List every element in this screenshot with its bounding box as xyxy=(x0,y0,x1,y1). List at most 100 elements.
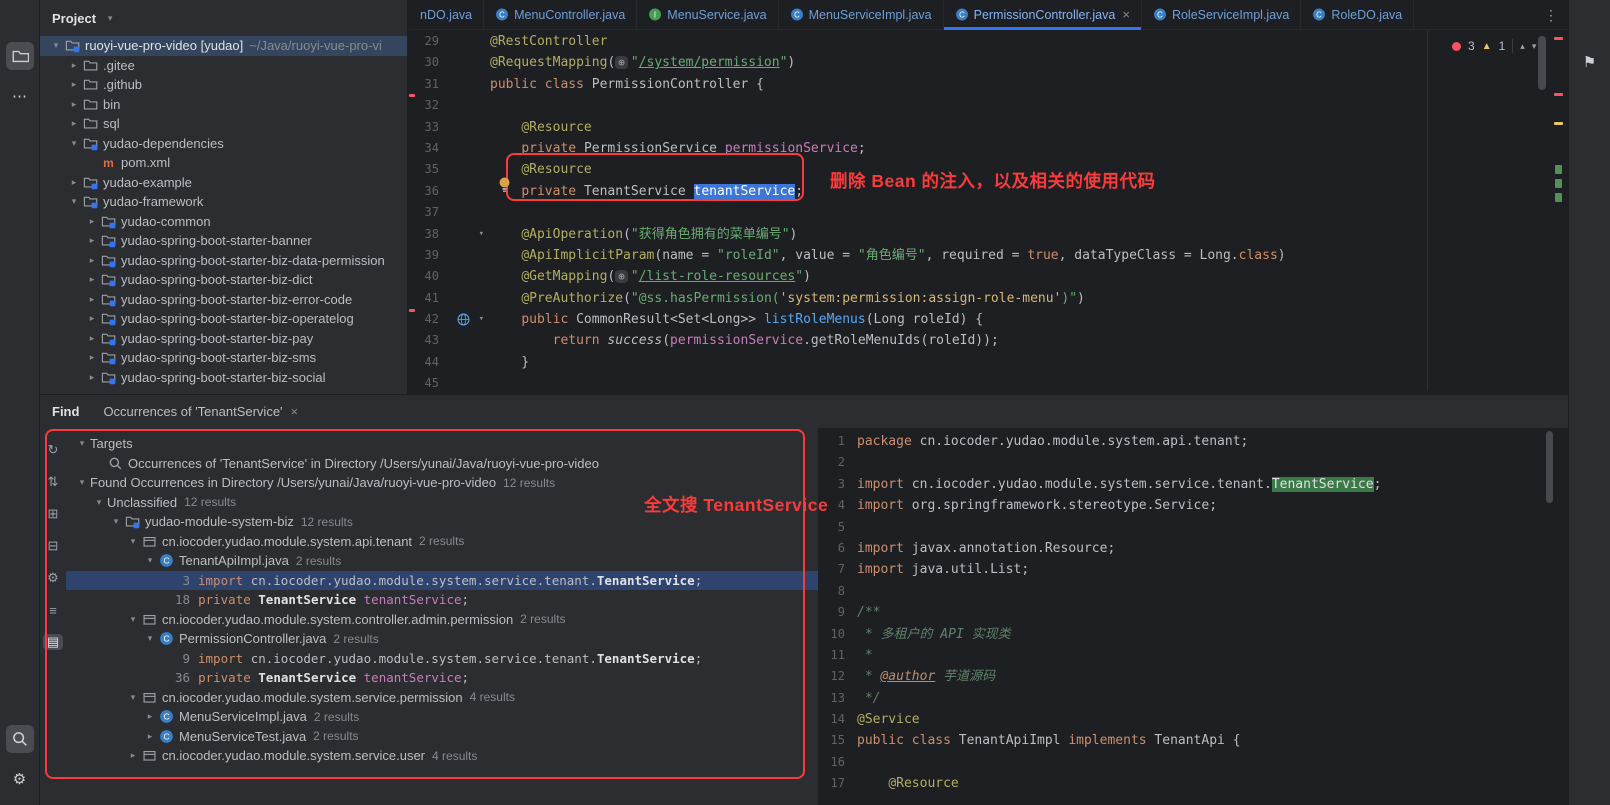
code-line[interactable]: 40 @GetMapping(⊕"/list-role-resources") xyxy=(409,266,1568,287)
chevron-down-icon[interactable]: ▾ xyxy=(142,633,158,644)
find-results-tab[interactable]: Occurrences of 'TenantService' × xyxy=(103,404,298,419)
code-line[interactable]: 13 */ xyxy=(819,688,1568,709)
expand-all-icon[interactable]: ⊞ xyxy=(43,506,63,522)
chevron-right-icon[interactable]: ▸ xyxy=(84,313,100,324)
project-tree-row[interactable]: ▸yudao-spring-boot-starter-biz-sms xyxy=(40,348,407,368)
preview-scrollbar[interactable] xyxy=(1546,431,1553,503)
code-line[interactable]: 9/** xyxy=(819,602,1568,623)
project-tree-row[interactable]: ▾yudao-dependencies xyxy=(40,134,407,154)
code-line[interactable]: 41 @PreAuthorize("@ss.hasPermission('sys… xyxy=(409,288,1568,309)
chevron-right-icon[interactable]: ▸ xyxy=(66,177,82,188)
code-line[interactable]: 43 return success(permissionService.getR… xyxy=(409,330,1568,351)
chevron-down-icon[interactable]: ▾ xyxy=(125,536,141,547)
chevron-down-icon[interactable]: ▾ xyxy=(74,438,90,449)
find-result-row[interactable]: ▾CTenantApiImpl.java2 results xyxy=(66,551,818,571)
chevron-right-icon[interactable]: ▸ xyxy=(84,372,100,383)
find-result-row[interactable]: ▾cn.iocoder.yudao.module.system.service.… xyxy=(66,688,818,708)
chevron-right-icon[interactable]: ▸ xyxy=(125,750,141,761)
chevron-down-icon[interactable]: ▾ xyxy=(108,516,124,527)
find-result-row[interactable]: ▸CMenuServiceImpl.java2 results xyxy=(66,707,818,727)
tool-stripe-find-icon[interactable] xyxy=(6,725,34,753)
chevron-down-icon[interactable]: ▾ xyxy=(66,138,82,149)
code-line[interactable]: 14@Service xyxy=(819,709,1568,730)
code-line[interactable]: 15public class TenantApiImpl implements … xyxy=(819,730,1568,751)
chevron-down-icon[interactable]: ▾ xyxy=(48,40,64,51)
code-line[interactable]: 1package cn.iocoder.yudao.module.system.… xyxy=(819,431,1568,452)
code-line[interactable]: 17 @Resource xyxy=(819,773,1568,794)
chevron-down-icon[interactable]: ▾ xyxy=(91,497,107,508)
tool-stripe-settings-icon[interactable]: ⚙ xyxy=(6,765,34,793)
group-by-icon[interactable]: ≡ xyxy=(43,602,63,618)
code-line[interactable]: 7import java.util.List; xyxy=(819,559,1568,580)
tool-stripe-project-icon[interactable] xyxy=(6,42,34,70)
code-line[interactable]: 34 private PermissionService permissionS… xyxy=(409,138,1568,159)
project-tree-row[interactable]: ▾ruoyi-vue-pro-video [yudao]~/Java/ruoyi… xyxy=(40,36,407,56)
project-panel-header[interactable]: Project ▾ xyxy=(40,0,407,36)
project-tree-row[interactable]: ▸bin xyxy=(40,95,407,115)
code-line[interactable]: 8 xyxy=(819,581,1568,602)
preview-icon[interactable]: ▤ xyxy=(43,634,63,650)
find-result-row[interactable]: 9import cn.iocoder.yudao.module.system.s… xyxy=(66,649,818,669)
project-tree-row[interactable]: ▸yudao-spring-boot-starter-biz-pay xyxy=(40,329,407,349)
error-stripe-mark[interactable] xyxy=(1554,93,1563,96)
chevron-down-icon[interactable]: ▾ xyxy=(125,692,141,703)
chevron-right-icon[interactable]: ▸ xyxy=(84,333,100,344)
find-result-row[interactable]: ▾Found Occurrences in Directory /Users/y… xyxy=(66,473,818,493)
code-line[interactable]: 37 xyxy=(409,202,1568,223)
fold-chevron-icon[interactable]: ▾ xyxy=(479,309,484,330)
chevron-down-icon[interactable]: ▾ xyxy=(74,477,90,488)
project-tree-row[interactable]: ▸yudao-spring-boot-starter-biz-dict xyxy=(40,270,407,290)
chevron-down-icon[interactable]: ▾ xyxy=(125,614,141,625)
code-line[interactable]: 16 xyxy=(819,752,1568,773)
chevron-down-icon[interactable]: ▾ xyxy=(102,13,118,24)
project-tree-row[interactable]: ▸yudao-spring-boot-starter-biz-operatelo… xyxy=(40,309,407,329)
chevron-right-icon[interactable]: ▸ xyxy=(84,294,100,305)
close-icon[interactable]: × xyxy=(291,404,299,419)
find-result-row[interactable]: ▾CPermissionController.java2 results xyxy=(66,629,818,649)
chevron-right-icon[interactable]: ▸ xyxy=(66,79,82,90)
project-tree-row[interactable]: ▸.github xyxy=(40,75,407,95)
code-line[interactable]: 11 * xyxy=(819,645,1568,666)
project-tree-row[interactable]: ▸yudao-spring-boot-starter-biz-data-perm… xyxy=(40,251,407,271)
navigate-icon[interactable]: ⇅ xyxy=(43,474,63,490)
project-tree-row[interactable]: mpom.xml xyxy=(40,153,407,173)
chevron-right-icon[interactable]: ▸ xyxy=(66,118,82,129)
code-line[interactable]: 12 * @author 芋道源码 xyxy=(819,666,1568,687)
find-preview-editor[interactable]: 1package cn.iocoder.yudao.module.system.… xyxy=(818,428,1568,805)
editor-tab-menuserviceimpl-java[interactable]: CMenuServiceImpl.java xyxy=(779,0,944,29)
chevron-right-icon[interactable]: ▸ xyxy=(84,352,100,363)
chevron-right-icon[interactable]: ▸ xyxy=(66,99,82,110)
project-tree-row[interactable]: ▸yudao-spring-boot-starter-biz-social xyxy=(40,368,407,388)
warning-stripe-mark[interactable] xyxy=(1554,122,1563,125)
project-tree-row[interactable]: ▸yudao-example xyxy=(40,173,407,193)
find-result-row[interactable]: ▾Targets xyxy=(66,434,818,454)
code-line[interactable]: 38▾ @ApiOperation("获得角色拥有的菜单编号") xyxy=(409,224,1568,245)
editor-tab-ndo-java[interactable]: nDO.java xyxy=(409,0,484,29)
code-line[interactable]: 33 @Resource xyxy=(409,117,1568,138)
inspections-widget[interactable]: 3 ▲ 1 ▴ ▾ xyxy=(1452,36,1536,56)
tool-stripe-more-tool-windows-icon[interactable]: ⋯ xyxy=(6,82,34,110)
code-line[interactable]: 5 xyxy=(819,517,1568,538)
code-line[interactable]: 30@RequestMapping(⊕"/system/permission") xyxy=(409,52,1568,73)
project-tree-row[interactable]: ▸.gitee xyxy=(40,56,407,76)
intention-bulb-icon[interactable] xyxy=(498,177,511,196)
project-tree-row[interactable]: ▸sql xyxy=(40,114,407,134)
find-result-row[interactable]: 36private TenantService tenantService; xyxy=(66,668,818,688)
code-line[interactable]: 39 @ApiImplicitParam(name = "roleId", va… xyxy=(409,245,1568,266)
editor-tab-menuservice-java[interactable]: IMenuService.java xyxy=(637,0,778,29)
find-result-row[interactable]: 3import cn.iocoder.yudao.module.system.s… xyxy=(66,571,818,591)
fold-chevron-icon[interactable]: ▾ xyxy=(479,224,484,245)
project-tree-row[interactable]: ▾yudao-framework xyxy=(40,192,407,212)
project-tree-row[interactable]: ▸yudao-spring-boot-starter-biz-error-cod… xyxy=(40,290,407,310)
vcs-change-mark[interactable] xyxy=(1555,193,1562,202)
settings-icon[interactable]: ⚙ xyxy=(43,570,63,586)
code-line[interactable]: 29@RestController xyxy=(409,31,1568,52)
error-stripe-mark[interactable] xyxy=(1554,37,1563,40)
chevron-right-icon[interactable]: ▸ xyxy=(142,711,158,722)
code-line[interactable]: 10 * 多租户的 API 实现类 xyxy=(819,624,1568,645)
code-line[interactable]: 32 xyxy=(409,95,1568,116)
find-result-row[interactable]: ▸cn.iocoder.yudao.module.system.service.… xyxy=(66,746,818,766)
collapse-all-icon[interactable]: ⊟ xyxy=(43,538,63,554)
close-tab-icon[interactable]: × xyxy=(1122,7,1130,22)
code-line[interactable]: 4import org.springframework.stereotype.S… xyxy=(819,495,1568,516)
